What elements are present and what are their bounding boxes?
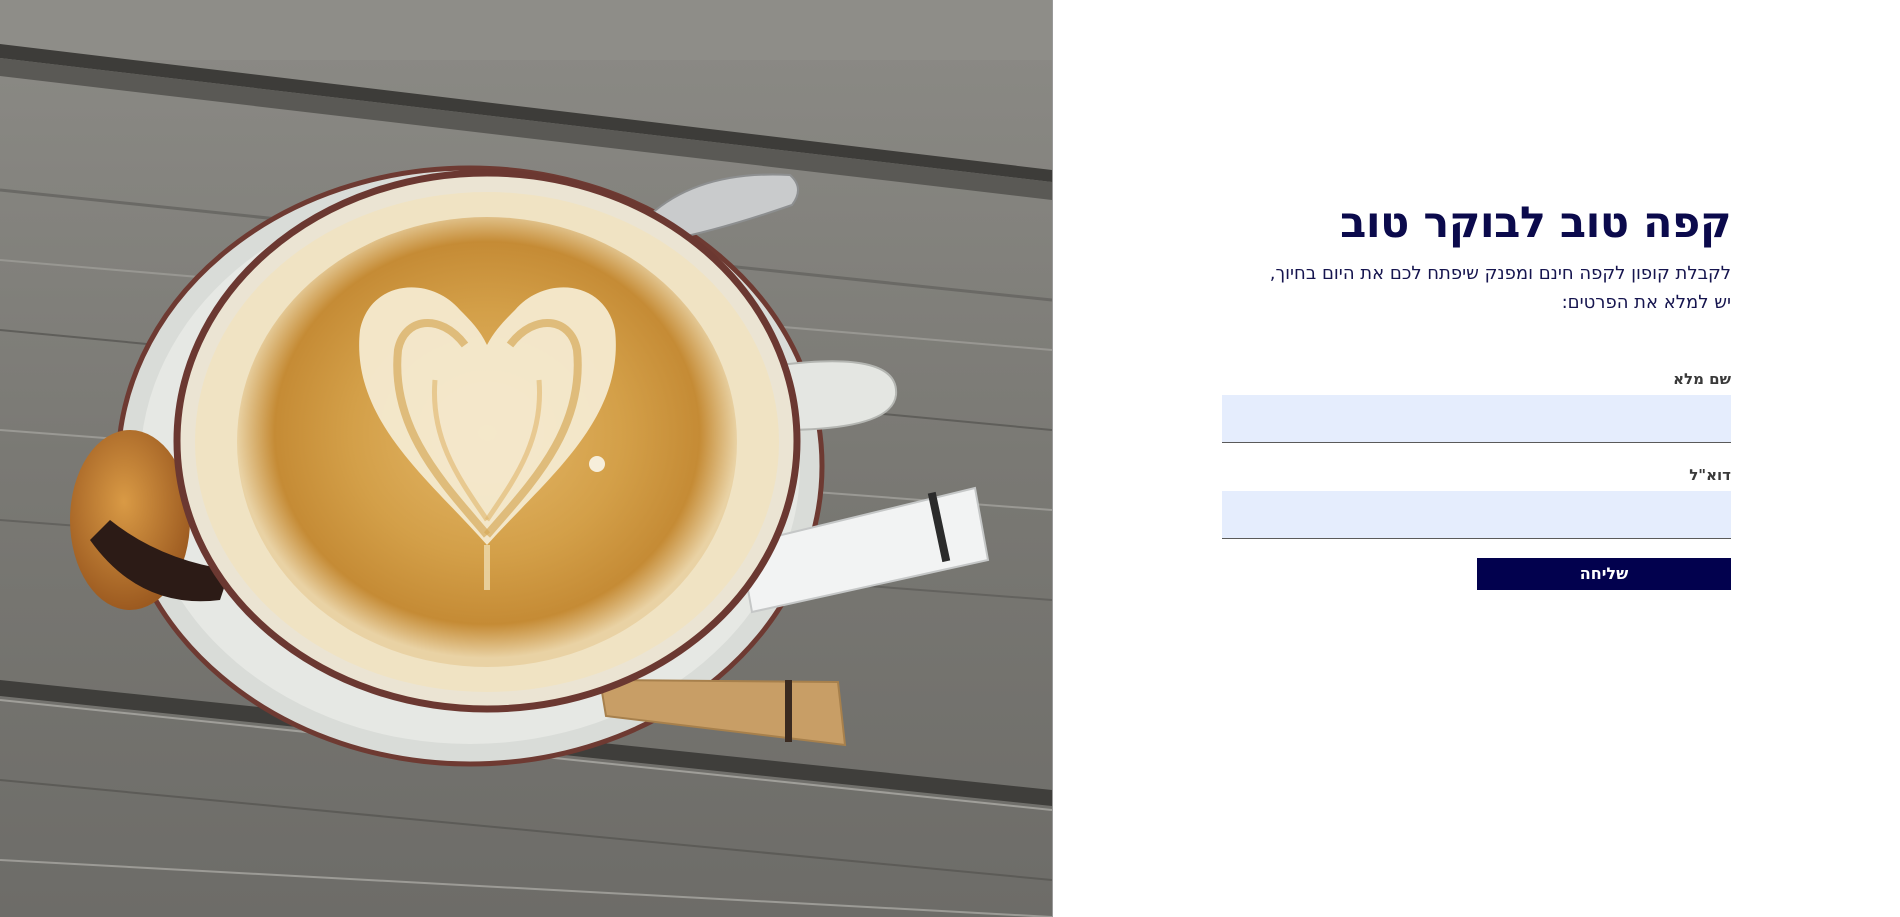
full-name-label: שם מלא [1673, 370, 1731, 388]
page-subtitle: לקבלת קופון לקפה חינם ומפנק שיפתח לכם את… [1222, 259, 1731, 317]
signup-panel: קפה טוב לבוקר טוב לקבלת קופון לקפה חינם … [1222, 195, 1732, 590]
panel-divider [1052, 0, 1053, 917]
submit-button[interactable]: שליחה [1477, 558, 1731, 590]
coupon-form: שם מלא דוא"ל שליחה [1222, 369, 1731, 590]
page-title: קפה טוב לבוקר טוב [1340, 198, 1731, 248]
full-name-input[interactable] [1222, 395, 1731, 443]
subtitle-line-2: יש למלא את הפרטים: [1561, 292, 1731, 313]
email-input[interactable] [1222, 491, 1731, 539]
landing-page: קפה טוב לבוקר טוב לקבלת קופון לקפה חינם … [0, 0, 1900, 917]
subtitle-line-1: לקבלת קופון לקפה חינם ומפנק שיפתח לכם את… [1269, 263, 1731, 284]
email-label: דוא"ל [1689, 466, 1731, 484]
coffee-photo [0, 0, 1052, 917]
